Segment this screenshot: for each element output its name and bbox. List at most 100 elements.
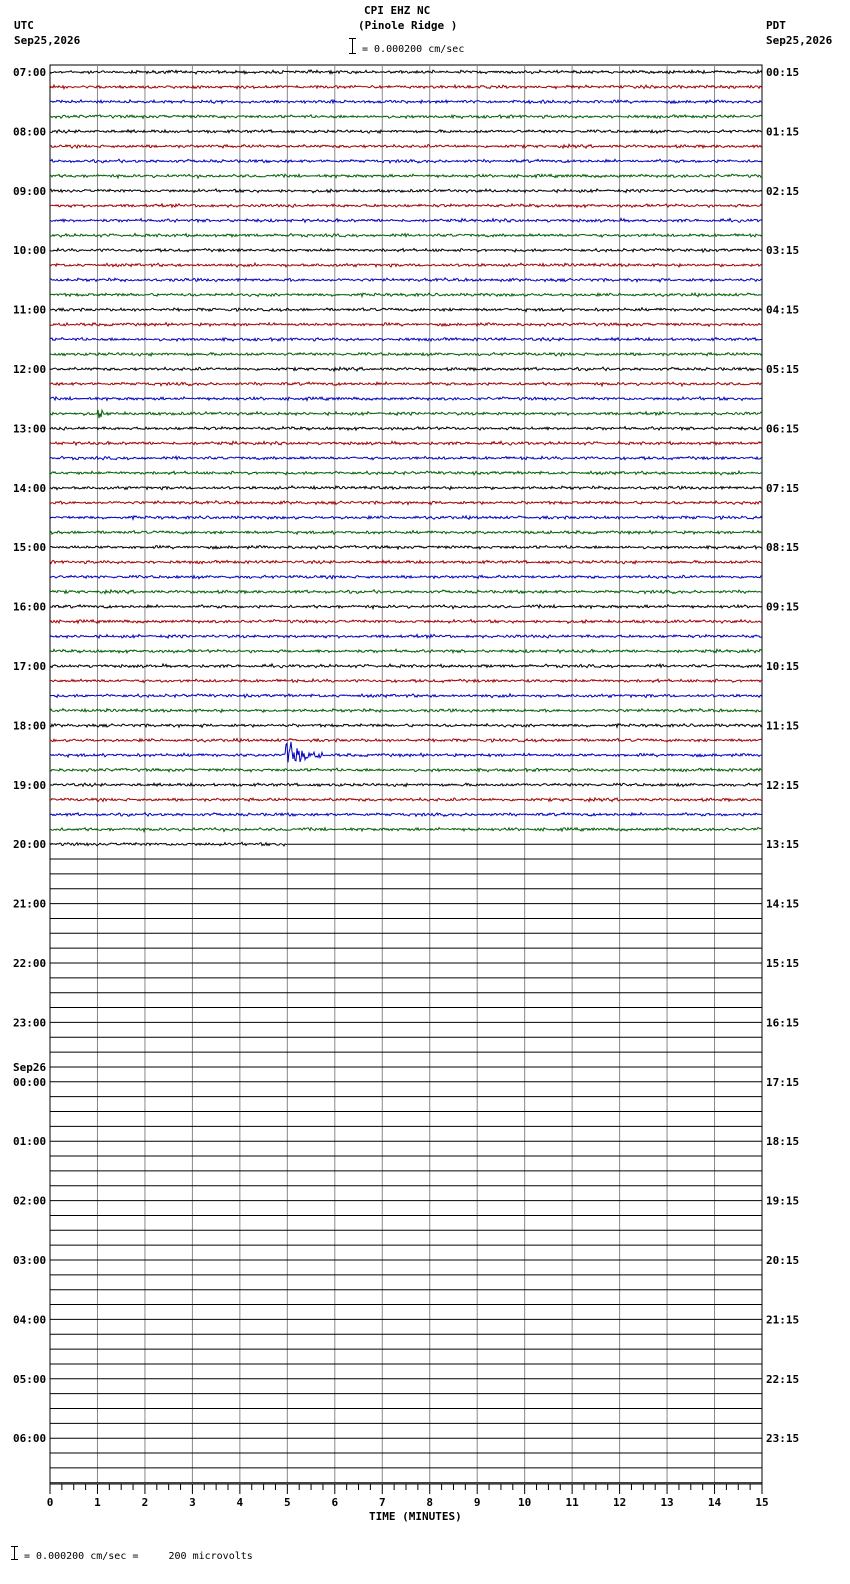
- utc-hour-label: 13:00: [13, 422, 46, 435]
- x-tick-label: 6: [331, 1496, 338, 1509]
- utc-hour-label: 05:00: [13, 1373, 46, 1386]
- trace-line: [49, 261, 763, 268]
- utc-hour-label: 08:00: [13, 125, 46, 138]
- trace-line: [49, 484, 763, 491]
- x-tick-label: 10: [518, 1496, 531, 1509]
- trace-line: [49, 692, 763, 699]
- utc-hour-label: 23:00: [13, 1016, 46, 1029]
- x-tick-label: 4: [237, 1496, 244, 1509]
- trace-line: [49, 588, 763, 595]
- trace-line: [49, 741, 763, 763]
- utc-hour-label: 20:00: [13, 838, 46, 851]
- utc-hour-label: 21:00: [13, 898, 46, 911]
- utc-hour-label: 17:00: [13, 660, 46, 673]
- trace-line: [49, 276, 763, 283]
- pdt-hour-label: 20:15: [766, 1254, 799, 1267]
- trace-line: [49, 662, 763, 669]
- trace-line: [50, 603, 763, 611]
- trace-line: [49, 381, 763, 388]
- utc-hour-label: 02:00: [13, 1195, 46, 1208]
- pdt-hour-label: 05:15: [766, 363, 799, 376]
- trace-line: [49, 469, 762, 476]
- trace-line: [49, 574, 763, 580]
- trace-line: [49, 306, 763, 313]
- utc-hour-label: 11:00: [13, 304, 46, 317]
- utc-hour-label: 07:00: [13, 66, 46, 79]
- x-tick-label: 0: [47, 1496, 54, 1509]
- utc-hour-label: 15:00: [13, 541, 46, 554]
- trace-line: [49, 158, 763, 165]
- utc-hour-label: 12:00: [13, 363, 46, 376]
- x-tick-label: 14: [708, 1496, 722, 1509]
- footer-scale-bar-icon: [14, 1546, 15, 1560]
- pdt-hour-label: 09:15: [766, 601, 799, 614]
- pdt-hour-label: 15:15: [766, 957, 799, 970]
- utc-hour-label: 10:00: [13, 244, 46, 257]
- x-tick-label: 9: [474, 1496, 481, 1509]
- trace-line: [49, 781, 763, 788]
- trace-line: [49, 841, 288, 847]
- pdt-hour-label: 01:15: [766, 125, 799, 138]
- trace-line: [49, 98, 763, 105]
- pdt-hour-label: 22:15: [766, 1373, 799, 1386]
- trace-line: [49, 395, 763, 402]
- trace-line: [49, 408, 763, 419]
- trace-line: [49, 336, 763, 343]
- trace-line: [49, 455, 763, 461]
- x-axis-label: TIME (MINUTES): [369, 1510, 462, 1523]
- x-tick-label: 3: [189, 1496, 196, 1509]
- plot-frame: [49, 64, 763, 1485]
- footer-scale-cap-bottom: [11, 1559, 18, 1560]
- footer-scale-note: = 0.000200 cm/sec = 200 microvolts: [24, 1551, 253, 1562]
- trace-line: [49, 365, 763, 373]
- trace-line: [49, 202, 763, 209]
- trace-line: [49, 633, 763, 640]
- trace-line: [49, 811, 763, 818]
- trace-line: [49, 351, 763, 358]
- trace-line: [49, 499, 763, 506]
- utc-hour-label: 18:00: [13, 719, 46, 732]
- trace-line: [49, 68, 763, 76]
- utc-hour-label: 09:00: [13, 185, 46, 198]
- x-tick-label: 12: [613, 1496, 626, 1509]
- x-tick-label: 5: [284, 1496, 291, 1509]
- utc-hour-label: 01:00: [13, 1135, 46, 1148]
- pdt-hour-label: 14:15: [766, 898, 799, 911]
- trace-line: [49, 83, 763, 90]
- pdt-hour-label: 10:15: [766, 660, 799, 673]
- utc-hour-label: 04:00: [13, 1313, 46, 1326]
- trace-line: [49, 321, 763, 328]
- trace-line: [49, 232, 763, 239]
- trace-line: [49, 247, 763, 254]
- utc-hour-label: 14:00: [13, 482, 46, 495]
- pdt-hour-label: 19:15: [766, 1195, 799, 1208]
- utc-hour-label: 16:00: [13, 601, 46, 614]
- utc-hour-label: 22:00: [13, 957, 46, 970]
- pdt-hour-label: 11:15: [766, 719, 799, 732]
- pdt-hour-label: 00:15: [766, 66, 799, 79]
- trace-line: [49, 128, 763, 135]
- pdt-hour-label: 02:15: [766, 185, 799, 198]
- pdt-hour-label: 16:15: [766, 1016, 799, 1029]
- trace-line: [49, 217, 763, 224]
- trace-line: [49, 514, 763, 521]
- pdt-hour-label: 23:15: [766, 1432, 799, 1445]
- trace-line: [49, 425, 763, 432]
- trace-line: [49, 291, 763, 299]
- trace-line: [49, 187, 763, 194]
- pdt-hour-label: 04:15: [766, 304, 799, 317]
- pdt-hour-label: 17:15: [766, 1076, 799, 1089]
- trace-line: [49, 707, 763, 714]
- x-tick-label: 11: [566, 1496, 580, 1509]
- utc-hour-label: 03:00: [13, 1254, 46, 1267]
- pdt-hour-label: 08:15: [766, 541, 799, 554]
- trace-line: [49, 440, 763, 447]
- trace-line: [49, 722, 763, 729]
- trace-line: [49, 544, 763, 551]
- pdt-hour-label: 13:15: [766, 838, 799, 851]
- trace-line: [49, 618, 763, 625]
- x-tick-label: 2: [142, 1496, 149, 1509]
- utc-hour-label: 06:00: [13, 1432, 46, 1445]
- x-tick-label: 7: [379, 1496, 386, 1509]
- pdt-hour-label: 06:15: [766, 422, 799, 435]
